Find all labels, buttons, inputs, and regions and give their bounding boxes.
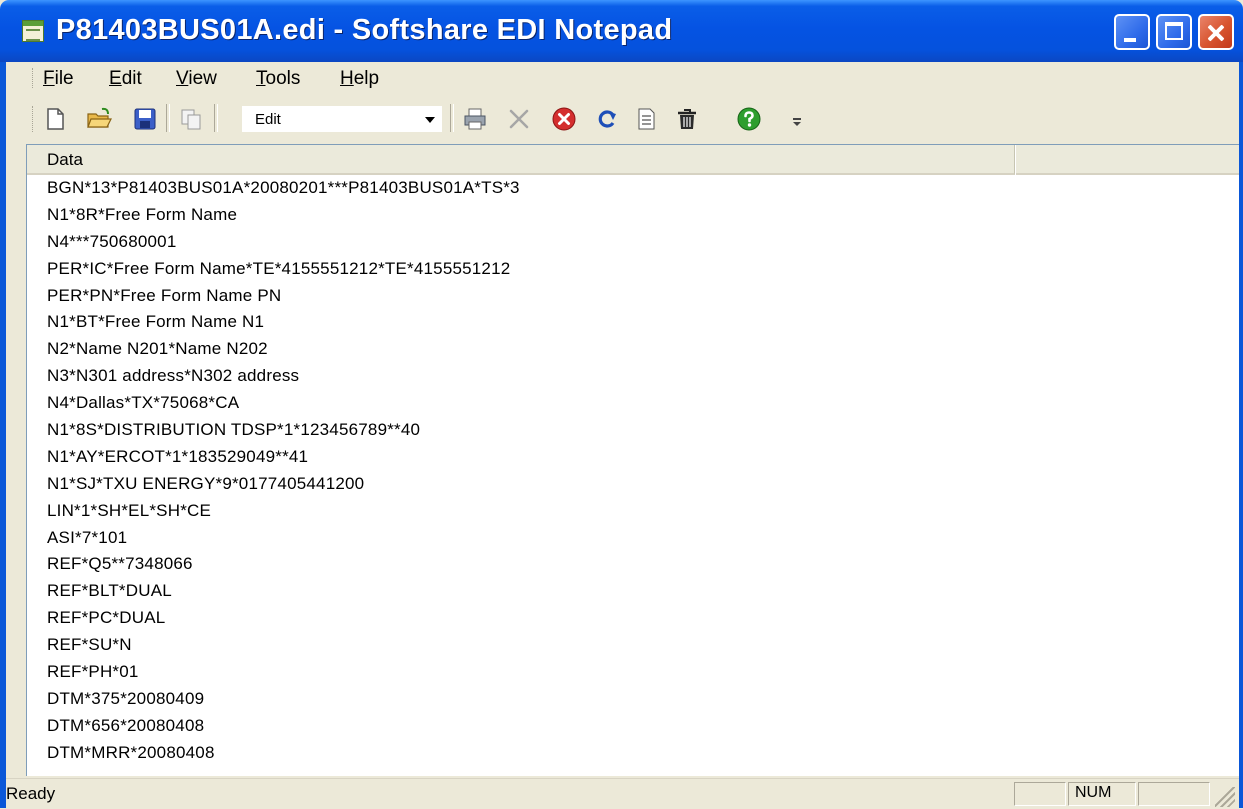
table-row[interactable]: PER*IC*Free Form Name*TE*4155551212*TE*4… — [27, 256, 1015, 283]
chevron-down-icon[interactable] — [421, 109, 439, 129]
menubar-grip[interactable] — [32, 68, 36, 88]
menu-bar: File Edit View Tools Help — [6, 62, 1239, 94]
table-row[interactable]: N2*Name N201*Name N202 — [27, 336, 1015, 363]
menu-tools[interactable]: Tools — [256, 68, 300, 90]
save-icon[interactable] — [132, 106, 158, 132]
close-button[interactable] — [1198, 14, 1234, 50]
copy-icon[interactable] — [178, 106, 204, 132]
title-bar[interactable]: P81403BUS01A.edi - Softshare EDI Notepad — [0, 0, 1243, 62]
new-document-icon[interactable] — [42, 106, 68, 132]
maximize-button[interactable] — [1156, 14, 1192, 50]
delete-icon[interactable] — [674, 106, 700, 132]
table-row[interactable]: REF*SU*N — [27, 632, 1015, 659]
status-bar: Ready NUM — [6, 778, 1239, 809]
table-row[interactable]: N1*BT*Free Form Name N1 — [27, 309, 1015, 336]
table-row[interactable]: REF*BLT*DUAL — [27, 578, 1015, 605]
help-icon[interactable] — [736, 106, 762, 132]
cut-x-icon[interactable] — [506, 106, 532, 132]
data-grid[interactable]: Data BGN*13*P81403BUS01A*20080201***P814… — [26, 144, 1239, 776]
stop-icon[interactable] — [551, 106, 577, 132]
table-row[interactable]: N1*8S*DISTRIBUTION TDSP*1*123456789**40 — [27, 417, 1015, 444]
status-pane-empty — [1138, 782, 1210, 806]
table-row[interactable]: N1*AY*ERCOT*1*183529049**41 — [27, 444, 1015, 471]
close-icon — [1200, 16, 1232, 48]
edi-notepad-app-icon[interactable] — [22, 20, 44, 42]
table-row[interactable]: N1*SJ*TXU ENERGY*9*0177405441200 — [27, 471, 1015, 498]
table-row[interactable]: N1*8R*Free Form Name — [27, 202, 1015, 229]
minimize-button[interactable] — [1114, 14, 1150, 50]
table-row[interactable]: PER*PN*Free Form Name PN — [27, 283, 1015, 310]
table-row[interactable]: BGN*13*P81403BUS01A*20080201***P81403BUS… — [27, 175, 1015, 202]
mode-combobox[interactable]: Edit — [242, 106, 442, 132]
column-header-data[interactable]: Data — [27, 145, 1017, 175]
table-row[interactable]: DTM*656*20080408 — [27, 713, 1015, 740]
minimize-icon — [1124, 38, 1136, 42]
column-header-label: Data — [47, 150, 83, 169]
menu-file[interactable]: File — [43, 68, 74, 90]
window-title: P81403BUS01A.edi - Softshare EDI Notepad — [56, 14, 673, 46]
column-header-empty[interactable] — [1016, 145, 1239, 175]
window-frame-left — [0, 62, 6, 808]
num-lock-indicator: NUM — [1075, 784, 1112, 801]
table-row[interactable]: N4*Dallas*TX*75068*CA — [27, 390, 1015, 417]
menu-help[interactable]: Help — [340, 68, 379, 90]
window-frame-right — [1239, 62, 1243, 808]
status-text: Ready — [6, 784, 56, 803]
properties-icon[interactable] — [633, 106, 659, 132]
maximize-icon — [1165, 22, 1183, 40]
menu-view[interactable]: View — [176, 68, 217, 90]
refresh-icon[interactable] — [594, 106, 620, 132]
table-row[interactable]: N4***750680001 — [27, 229, 1015, 256]
toolbar-overflow-icon[interactable] — [792, 118, 802, 128]
toolbar-separator — [450, 104, 454, 132]
menu-edit[interactable]: Edit — [109, 68, 142, 90]
print-icon[interactable] — [462, 106, 488, 132]
toolbar-separator — [214, 104, 218, 132]
table-row[interactable]: REF*PC*DUAL — [27, 605, 1015, 632]
mode-combobox-value: Edit — [255, 111, 281, 128]
table-row[interactable]: REF*PH*01 — [27, 659, 1015, 686]
table-row[interactable]: DTM*MRR*20080408 — [27, 740, 1015, 767]
table-row[interactable]: N3*N301 address*N302 address — [27, 363, 1015, 390]
toolbar-grip[interactable] — [32, 106, 36, 132]
table-row[interactable]: LIN*1*SH*EL*SH*CE — [27, 498, 1015, 525]
status-pane-empty — [1014, 782, 1066, 806]
table-row[interactable]: DTM*375*20080409 — [27, 686, 1015, 713]
resize-grip-icon[interactable] — [1215, 787, 1235, 807]
data-rows: BGN*13*P81403BUS01A*20080201***P81403BUS… — [27, 175, 1015, 767]
toolbar: Edit — [6, 96, 1239, 140]
toolbar-separator — [166, 104, 170, 132]
status-pane-num: NUM — [1068, 782, 1136, 806]
table-row[interactable]: ASI*7*101 — [27, 525, 1015, 552]
table-row[interactable]: REF*Q5**7348066 — [27, 551, 1015, 578]
open-folder-icon[interactable] — [86, 106, 112, 132]
